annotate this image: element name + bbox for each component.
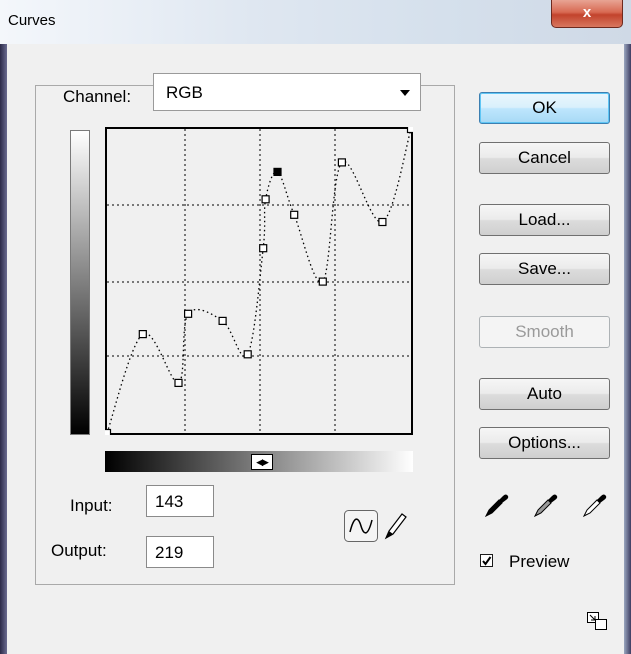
channel-select[interactable]: RGB (153, 73, 421, 111)
curve-point[interactable] (378, 217, 387, 227)
curve-graph[interactable] (105, 127, 413, 435)
expand-icon[interactable] (586, 611, 608, 631)
ok-button[interactable]: OK (479, 92, 610, 124)
cancel-button[interactable]: Cancel (479, 142, 610, 174)
window-frame-left (0, 44, 7, 654)
input-gradient-bar: ◀▶ (105, 451, 413, 472)
pencil-tool-button[interactable] (382, 510, 408, 542)
output-gradient-bar (70, 130, 90, 435)
channel-label: Channel: (59, 87, 136, 107)
black-eyedropper-icon[interactable] (482, 490, 510, 520)
pencil-icon (384, 513, 407, 540)
window-title: Curves (8, 12, 56, 29)
curve-point[interactable] (259, 244, 268, 253)
title-bar[interactable]: Curves (0, 0, 631, 44)
curve-point[interactable] (218, 316, 227, 325)
options-button[interactable]: Options... (479, 427, 610, 459)
white-eyedropper-icon[interactable] (580, 490, 608, 520)
window-frame-right (624, 44, 631, 654)
curve-point[interactable] (406, 127, 414, 134)
curve-point[interactable] (105, 428, 112, 436)
save-button[interactable]: Save... (479, 253, 610, 285)
curve-point-selected[interactable] (273, 167, 282, 177)
output-label: Output: (51, 541, 107, 560)
gradient-toggle-icon[interactable]: ◀▶ (251, 454, 273, 470)
curve-point[interactable] (243, 350, 252, 359)
chevron-down-icon (400, 90, 410, 96)
preview-checkbox[interactable] (480, 554, 493, 567)
smooth-button[interactable]: Smooth (479, 316, 610, 348)
curve-point[interactable] (138, 330, 147, 339)
close-button[interactable]: x (551, 0, 623, 28)
input-label: Input: (70, 496, 113, 515)
curve-point[interactable] (174, 378, 183, 387)
curve-tool-button[interactable] (344, 510, 378, 542)
load-button[interactable]: Load... (479, 204, 610, 236)
curve-point[interactable] (318, 277, 327, 286)
gray-eyedropper-icon[interactable] (531, 490, 559, 520)
curve-point[interactable] (337, 158, 346, 167)
channel-value: RGB (166, 83, 203, 102)
curves-dialog: Curves x Channel: RGB ◀▶ Input: 143 Outp… (0, 0, 631, 654)
input-field[interactable]: 143 (146, 485, 214, 517)
curve-point[interactable] (290, 210, 299, 219)
auto-button[interactable]: Auto (479, 378, 610, 410)
checkmark-icon (482, 556, 492, 566)
curve-point[interactable] (261, 195, 270, 204)
output-field[interactable]: 219 (146, 536, 214, 568)
preview-label[interactable]: Preview (509, 552, 569, 572)
curve-point[interactable] (183, 309, 193, 318)
